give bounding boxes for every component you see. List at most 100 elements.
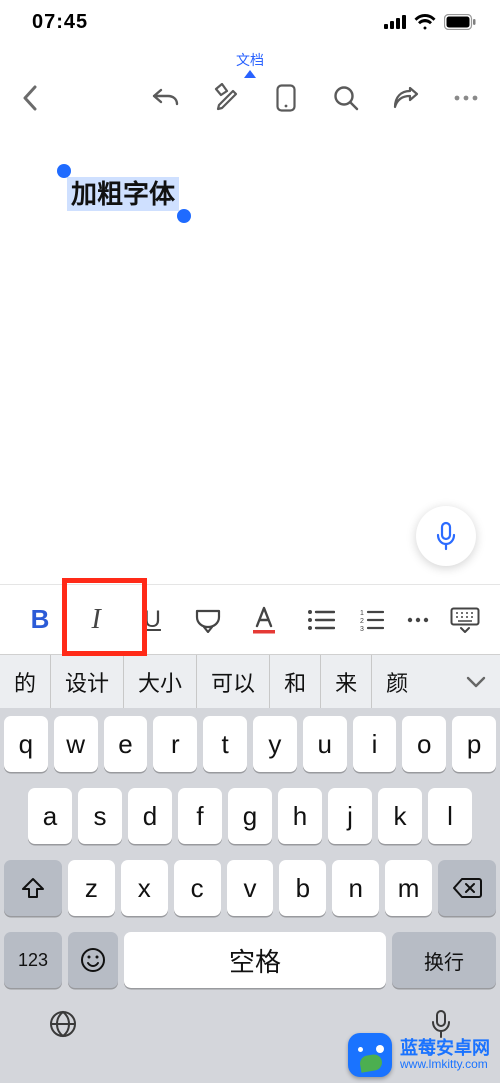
wifi-icon <box>414 14 436 30</box>
watermark-url: www.lmkitty.com <box>400 1058 490 1071</box>
globe-key[interactable] <box>48 1009 78 1039</box>
watermark: 蓝莓安卓网 www.lmkitty.com <box>348 1033 490 1077</box>
key-e[interactable]: e <box>104 716 148 772</box>
key-z[interactable]: z <box>68 860 115 916</box>
pen-button[interactable] <box>208 80 244 116</box>
key-p[interactable]: p <box>452 716 496 772</box>
microphone-icon <box>434 521 458 551</box>
watermark-title: 蓝莓安卓网 <box>400 1039 490 1059</box>
suggestion[interactable]: 可以 <box>196 655 269 708</box>
selection-start-handle[interactable] <box>57 164 71 178</box>
key-i[interactable]: i <box>353 716 397 772</box>
key-m[interactable]: m <box>385 860 432 916</box>
chevron-down-icon <box>466 676 486 688</box>
key-f[interactable]: f <box>178 788 222 844</box>
search-button[interactable] <box>328 80 364 116</box>
key-row-1: q w e r t y u i o p <box>0 708 500 780</box>
key-g[interactable]: g <box>228 788 272 844</box>
key-w[interactable]: w <box>54 716 98 772</box>
numbered-list-icon: 123 <box>360 609 384 631</box>
suggestion[interactable]: 来 <box>320 655 371 708</box>
bold-button[interactable]: B <box>12 593 68 647</box>
key-h[interactable]: h <box>278 788 322 844</box>
underline-button[interactable]: U <box>124 593 180 647</box>
shift-icon <box>21 877 45 899</box>
key-c[interactable]: c <box>174 860 221 916</box>
chevron-left-icon <box>22 85 38 111</box>
key-b[interactable]: b <box>279 860 326 916</box>
key-x[interactable]: x <box>121 860 168 916</box>
hide-keyboard-button[interactable] <box>442 593 488 647</box>
return-key[interactable]: 换行 <box>392 932 496 988</box>
suggestion[interactable]: 大小 <box>123 655 196 708</box>
key-s[interactable]: s <box>78 788 122 844</box>
device-button[interactable] <box>268 80 304 116</box>
numbered-list-button[interactable]: 123 <box>349 593 395 647</box>
key-u[interactable]: u <box>303 716 347 772</box>
suggestion[interactable]: 颜 <box>371 655 422 708</box>
clock: 07:45 <box>32 11 88 34</box>
document-canvas[interactable]: 加粗字体 <box>0 114 500 584</box>
space-key[interactable]: 空格 <box>124 932 386 988</box>
suggestions-collapse[interactable] <box>452 676 500 688</box>
share-icon <box>392 85 420 111</box>
svg-text:2: 2 <box>360 618 364 625</box>
back-button[interactable] <box>12 80 48 116</box>
backspace-key[interactable] <box>438 860 496 916</box>
key-n[interactable]: n <box>332 860 379 916</box>
more-icon <box>453 94 479 102</box>
key-o[interactable]: o <box>402 716 446 772</box>
format-more-button[interactable] <box>395 593 441 647</box>
highlight-button[interactable] <box>180 593 236 647</box>
keyboard-hide-icon <box>450 607 480 633</box>
key-r[interactable]: r <box>153 716 197 772</box>
emoji-key[interactable] <box>68 932 118 988</box>
highlighter-icon <box>193 607 223 633</box>
status-bar: 07:45 <box>0 0 500 44</box>
key-d[interactable]: d <box>128 788 172 844</box>
soft-keyboard: 的 设计 大小 可以 和 来 颜 q w e r t y u i o p a s… <box>0 654 500 1083</box>
battery-icon <box>444 14 476 30</box>
key-a[interactable]: a <box>28 788 72 844</box>
key-v[interactable]: v <box>227 860 274 916</box>
selection-end-handle[interactable] <box>177 209 191 223</box>
key-l[interactable]: l <box>428 788 472 844</box>
more-icon <box>406 616 430 624</box>
key-k[interactable]: k <box>378 788 422 844</box>
key-t[interactable]: t <box>203 716 247 772</box>
suggestion[interactable]: 和 <box>269 655 320 708</box>
globe-icon <box>48 1009 78 1039</box>
font-color-button[interactable] <box>236 593 292 647</box>
svg-text:1: 1 <box>360 610 364 617</box>
suggestion[interactable]: 设计 <box>50 655 123 708</box>
shift-key[interactable] <box>4 860 62 916</box>
more-button[interactable] <box>448 80 484 116</box>
key-row-4: 123 空格 换行 <box>0 924 500 996</box>
pen-icon <box>213 83 239 113</box>
key-q[interactable]: q <box>4 716 48 772</box>
selected-text[interactable]: 加粗字体 <box>67 177 179 211</box>
suggestion[interactable]: 的 <box>0 655 50 708</box>
app-toolbar: 文档 <box>0 44 500 114</box>
voice-input-button[interactable] <box>416 506 476 566</box>
key-y[interactable]: y <box>253 716 297 772</box>
doc-tab-label[interactable]: 文档 <box>236 50 264 70</box>
share-button[interactable] <box>388 80 424 116</box>
undo-icon <box>151 86 181 110</box>
svg-text:3: 3 <box>360 626 364 631</box>
text-selection[interactable]: 加粗字体 <box>67 174 179 211</box>
status-icons <box>384 14 476 30</box>
key-row-2: a s d f g h j k l <box>0 780 500 852</box>
undo-button[interactable] <box>148 80 184 116</box>
list-button[interactable] <box>293 593 349 647</box>
key-j[interactable]: j <box>328 788 372 844</box>
font-color-icon <box>251 606 277 634</box>
list-icon <box>307 609 335 631</box>
backspace-icon <box>452 877 482 899</box>
search-icon <box>333 85 359 111</box>
numeric-key[interactable]: 123 <box>4 932 62 988</box>
watermark-logo-icon <box>348 1033 392 1077</box>
italic-button[interactable]: I <box>68 593 124 647</box>
doc-tab-indicator <box>244 70 256 78</box>
emoji-icon <box>80 947 106 973</box>
